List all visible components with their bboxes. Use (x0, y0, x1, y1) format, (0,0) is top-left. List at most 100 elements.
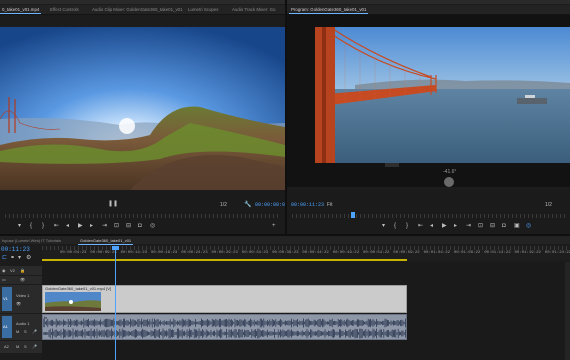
go-to-out-icon[interactable]: ⇥ (102, 223, 107, 229)
work-area-bar[interactable] (42, 259, 407, 261)
source-viewer-image (0, 27, 285, 190)
sync-lock-icon[interactable]: ▭ (2, 277, 6, 282)
timeline-settings-icon[interactable]: ⚙ (26, 255, 31, 261)
extract-icon[interactable]: ⊟ (490, 223, 495, 229)
marker-icon[interactable]: ▾ (18, 223, 21, 229)
add-button-icon[interactable]: + (272, 223, 276, 229)
go-to-in-icon[interactable]: ⇤ (54, 223, 59, 229)
ruler-label: 00:00:14:23 (120, 251, 147, 255)
track-a1-target[interactable]: A1 (2, 316, 12, 338)
vr-video-icon[interactable]: ◎ (150, 223, 155, 229)
ruler-label: 00:01:24:22 (544, 251, 570, 255)
tab-audio-clip-mixer[interactable]: Audio Clip Mixer: GoldenGate360_take01_v… (90, 5, 185, 14)
audio-waveform-left (43, 318, 406, 328)
track-header-v2: ◉ V2 🔒 (0, 266, 42, 275)
tab-source[interactable]: 0_take01_v01.mp4 (0, 5, 42, 14)
tab-sequence-2[interactable]: GoldenGate360_take01_v01 (78, 236, 134, 245)
mark-out-icon[interactable]: } (42, 223, 44, 229)
tab-program[interactable]: Program: GoldenGate360_take01_v01 (289, 5, 369, 14)
eye-icon[interactable]: 👁 (20, 277, 25, 282)
track-v1-target[interactable]: V1 (2, 287, 12, 311)
timeline-vertical-scrollbar[interactable] (565, 262, 570, 360)
lock-icon[interactable]: 🔒 (20, 268, 25, 273)
add-marker-icon[interactable]: ▾ (18, 255, 21, 261)
video-clip-thumbnail (45, 292, 101, 311)
ruler-label: 00:00:59:22 (393, 251, 420, 255)
ruler-label: 00:01:14:22 (484, 251, 511, 255)
overwrite-icon[interactable]: ⊟ (126, 223, 131, 229)
comparison-view-icon[interactable]: ▣ (514, 223, 520, 229)
tab-audio-track-mixer[interactable]: Audio Track Mixer: Go (230, 5, 277, 14)
mark-out-icon[interactable]: } (406, 223, 408, 229)
lift-icon[interactable]: ⊡ (478, 223, 483, 229)
marker-icon[interactable]: ▾ (382, 223, 385, 229)
mark-in-icon[interactable]: { (394, 223, 396, 229)
step-back-icon[interactable]: ◂ (66, 223, 69, 229)
program-fit-select[interactable]: Fit (327, 202, 333, 208)
source-scrubber[interactable] (5, 214, 280, 218)
vr-video-icon[interactable]: ◎ (526, 223, 531, 229)
step-back-icon[interactable]: ◂ (430, 223, 433, 229)
video-clip-label: GoldenGate360_take01_v01.mp4 [V] (45, 286, 112, 291)
vr-angle-readout: -41.6° (443, 169, 457, 175)
go-to-in-icon[interactable]: ⇤ (418, 223, 423, 229)
step-forward-icon[interactable]: ▸ (90, 223, 93, 229)
track-name-video1: Video 1 (16, 293, 30, 298)
program-button-row: ▾ { } ⇤ ◂ ▶ ▸ ⇥ ⊡ ⊟ ◘ ▣ ◎ (382, 223, 570, 229)
wrench-icon[interactable]: 🔧 (244, 201, 251, 208)
program-scrubber[interactable] (292, 214, 565, 218)
source-button-row: ▾ { } ⇤ ◂ ▶ ▸ ⇥ ⊡ ⊟ ◘ ◎ + (8, 223, 278, 229)
track-label-v1: V1 (3, 296, 8, 301)
export-frame-icon[interactable]: ◘ (138, 223, 142, 229)
video-clip[interactable]: GoldenGate360_take01_v01.mp4 [V] (42, 285, 407, 313)
linked-selection-icon[interactable]: ⚭ (10, 255, 15, 261)
tab-effect-controls[interactable]: Effect Controls (48, 5, 81, 14)
microphone-icon[interactable]: 🎤 (32, 344, 37, 349)
ruler-label: 00:00:44:22 (302, 251, 329, 255)
program-scroll-handle[interactable] (385, 163, 399, 167)
audio-waveform-right (43, 328, 406, 339)
ruler-label: 00:00:24:23 (181, 251, 208, 255)
microphone-icon[interactable]: 🎤 (32, 329, 37, 334)
mark-in-icon[interactable]: { (30, 223, 32, 229)
ruler-label: 00:00:49:22 (332, 251, 360, 255)
play-icon[interactable]: ❚❚ (108, 200, 118, 208)
ruler-ticks (42, 246, 570, 250)
track-header-a2: A2 M S 🎤 (0, 341, 42, 353)
ruler-label: 00:01:19:22 (514, 251, 541, 255)
ruler-label: 00:00:04:23 (60, 251, 87, 255)
timeline-playhead[interactable] (115, 248, 116, 360)
ruler-label: 00:00:09:23 (90, 251, 117, 255)
ruler-label: 00:00:39:23 (272, 251, 299, 255)
solo-icon[interactable]: S (24, 344, 27, 349)
audio-clip[interactable]: fx (42, 314, 407, 340)
tab-sequence-1[interactable]: Ispose (Lumetri Web) IT Tutorials (0, 236, 63, 245)
export-frame-icon[interactable]: ◘ (502, 223, 506, 229)
program-zoom[interactable]: 1/2 (545, 202, 552, 208)
vr-rotate-icon[interactable] (444, 177, 454, 187)
eye-icon[interactable]: 👁 (16, 301, 21, 306)
tab-lumetri-scopes[interactable]: Lumetri Scopes (186, 5, 221, 14)
solo-icon[interactable]: S (24, 329, 27, 334)
play-button-icon[interactable]: ▶ (78, 223, 83, 229)
mute-icon[interactable]: M (16, 329, 19, 334)
playhead-handle[interactable] (112, 246, 119, 250)
ruler-label: 00:00:54:22 (363, 251, 390, 255)
program-playhead[interactable] (351, 212, 355, 218)
ruler-label: 00:01:04:22 (423, 251, 450, 255)
source-tab-bar: 0_take01_v01.mp4 Effect Controls Audio C… (0, 5, 285, 15)
timeline-tools: ⊏ ⚭ ▾ ⚙ (2, 255, 42, 262)
insert-icon[interactable]: ⊡ (114, 223, 119, 229)
mute-icon[interactable]: M (16, 344, 19, 349)
step-forward-icon[interactable]: ▸ (454, 223, 457, 229)
track-header-v1: V1 Video 1 👁 (0, 285, 42, 313)
ruler-label: 00:01:09:22 (453, 251, 481, 255)
source-zoom[interactable]: 1/2 (220, 202, 227, 208)
toggle-track-output-icon[interactable]: ◉ (2, 268, 6, 273)
ruler-label: 00:00:19:23 (150, 251, 178, 255)
track-label-a2: A2 (4, 344, 9, 349)
track-name-audio1: Audio 1 (16, 321, 30, 326)
snap-icon[interactable]: ⊏ (2, 255, 7, 261)
play-button-icon[interactable]: ▶ (442, 223, 447, 229)
go-to-out-icon[interactable]: ⇥ (466, 223, 471, 229)
